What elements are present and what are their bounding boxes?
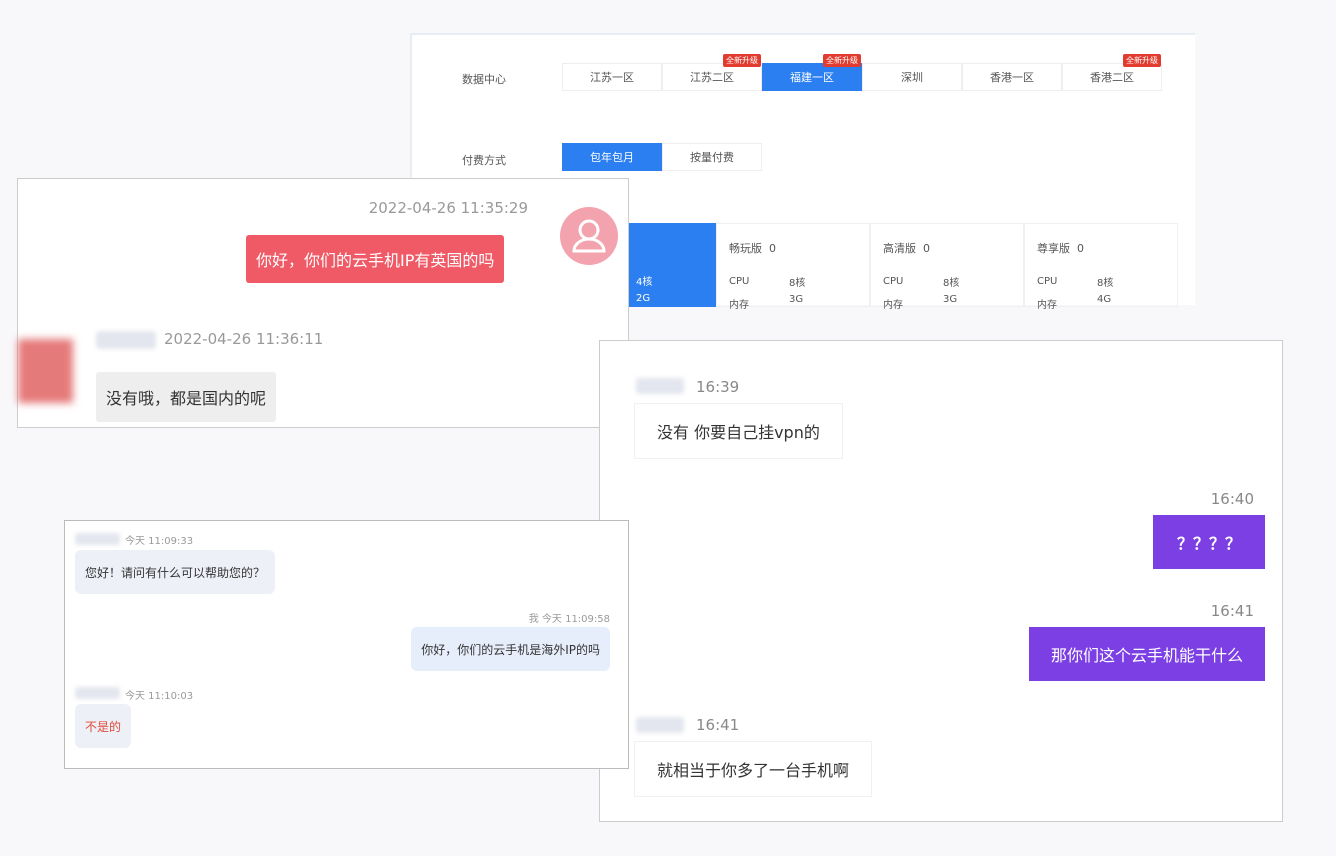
selected-cpu: 4核 bbox=[636, 277, 653, 288]
message-timestamp: 16:41 bbox=[696, 716, 740, 734]
cpu-label: CPU bbox=[883, 276, 904, 287]
received-message: 不是的 bbox=[75, 704, 132, 748]
received-message: 您好！请问有什么可以帮助您的？ bbox=[75, 550, 276, 594]
region-option[interactable]: 深圳 bbox=[862, 63, 962, 91]
region-label: 福建一区 bbox=[790, 71, 834, 84]
upgrade-badge: 全新升级 bbox=[1123, 54, 1161, 67]
mem-value: 4G bbox=[1097, 294, 1112, 305]
cpu-value: 8核 bbox=[1097, 278, 1114, 289]
chat-window-1: 2022-04-26 11:35:29 你好，你们的云手机IP有英国的吗 202… bbox=[17, 178, 629, 428]
message-timestamp: 16:40 bbox=[1210, 490, 1254, 508]
received-message: 没有哦，都是国内的呢 bbox=[96, 372, 277, 422]
billing-option-annual[interactable]: 包年包月 bbox=[562, 143, 662, 171]
message-timestamp: 16:39 bbox=[696, 378, 740, 396]
sent-message: 你好，你们的云手机是海外IP的吗 bbox=[411, 627, 610, 671]
received-message: 就相当于你多了一台手机啊 bbox=[634, 741, 873, 797]
region-option[interactable]: 江苏一区 bbox=[562, 63, 662, 91]
region-label: 江苏二区 bbox=[690, 71, 734, 84]
cpu-value: 8核 bbox=[789, 278, 806, 289]
sent-message: ？？？？ bbox=[1152, 515, 1265, 569]
chat-window-2: 16:39 没有 你要自己挂vpn的 16:40 ？？？？ 16:41 那你们这… bbox=[599, 340, 1283, 822]
message-timestamp: 2022-04-26 11:36:11 bbox=[164, 330, 324, 348]
region-option[interactable]: 香港二区 全新升级 bbox=[1062, 54, 1162, 91]
message-timestamp: 今天 11:09:33 bbox=[125, 536, 194, 547]
selected-mem: 2G bbox=[636, 293, 651, 304]
plan-card[interactable]: 高清版 0 CPU 8核 内存 3G bbox=[870, 223, 1024, 311]
mem-value: 3G bbox=[789, 294, 804, 305]
sent-message: 那你们这个云手机能干什么 bbox=[1028, 627, 1265, 681]
message-timestamp: 我 今天 11:09:58 bbox=[528, 614, 610, 625]
region-label: 江苏一区 bbox=[590, 71, 634, 84]
mem-label: 内存 bbox=[729, 300, 749, 311]
plan-name: 高清版 0 bbox=[883, 242, 930, 255]
message-timestamp: 16:41 bbox=[1210, 602, 1254, 620]
upgrade-badge: 全新升级 bbox=[723, 54, 761, 67]
region-label: 深圳 bbox=[901, 71, 923, 84]
cpu-value: 8核 bbox=[943, 278, 960, 289]
billing-label: 付费方式 bbox=[462, 154, 506, 167]
message-timestamp: 2022-04-26 11:35:29 bbox=[368, 199, 528, 217]
message-timestamp: 今天 11:10:03 bbox=[125, 691, 194, 702]
plan-name: 畅玩版 0 bbox=[729, 242, 776, 255]
agent-avatar bbox=[18, 339, 73, 403]
region-option[interactable]: 江苏二区 全新升级 bbox=[662, 54, 762, 91]
plan-name: 尊享版 0 bbox=[1037, 242, 1084, 255]
region-option[interactable]: 福建一区 全新升级 bbox=[762, 54, 862, 91]
plan-card[interactable]: 畅玩版 0 CPU 8核 内存 3G bbox=[716, 223, 870, 311]
region-label: 香港二区 bbox=[1090, 71, 1134, 84]
mem-value: 3G bbox=[943, 294, 958, 305]
received-message: 没有 你要自己挂vpn的 bbox=[634, 403, 843, 459]
upgrade-badge: 全新升级 bbox=[823, 54, 861, 67]
region-label: 香港一区 bbox=[990, 71, 1034, 84]
mem-label: 内存 bbox=[883, 300, 903, 311]
mem-label: 内存 bbox=[1037, 300, 1057, 311]
user-avatar bbox=[560, 207, 618, 265]
sent-message: 你好，你们的云手机IP有英国的吗 bbox=[246, 235, 505, 283]
person-icon bbox=[572, 219, 606, 253]
selected-plan-card[interactable]: 4核 2G bbox=[622, 223, 716, 307]
cpu-label: CPU bbox=[1037, 276, 1058, 287]
chat-window-3: 今天 11:09:33 您好！请问有什么可以帮助您的？ 我 今天 11:09:5… bbox=[64, 520, 629, 769]
datacenter-label: 数据中心 bbox=[462, 73, 506, 86]
region-option[interactable]: 香港一区 bbox=[962, 63, 1062, 91]
plan-card[interactable]: 尊享版 0 CPU 8核 内存 4G bbox=[1024, 223, 1178, 311]
billing-option-payg[interactable]: 按量付费 bbox=[662, 143, 762, 171]
cpu-label: CPU bbox=[729, 276, 750, 287]
